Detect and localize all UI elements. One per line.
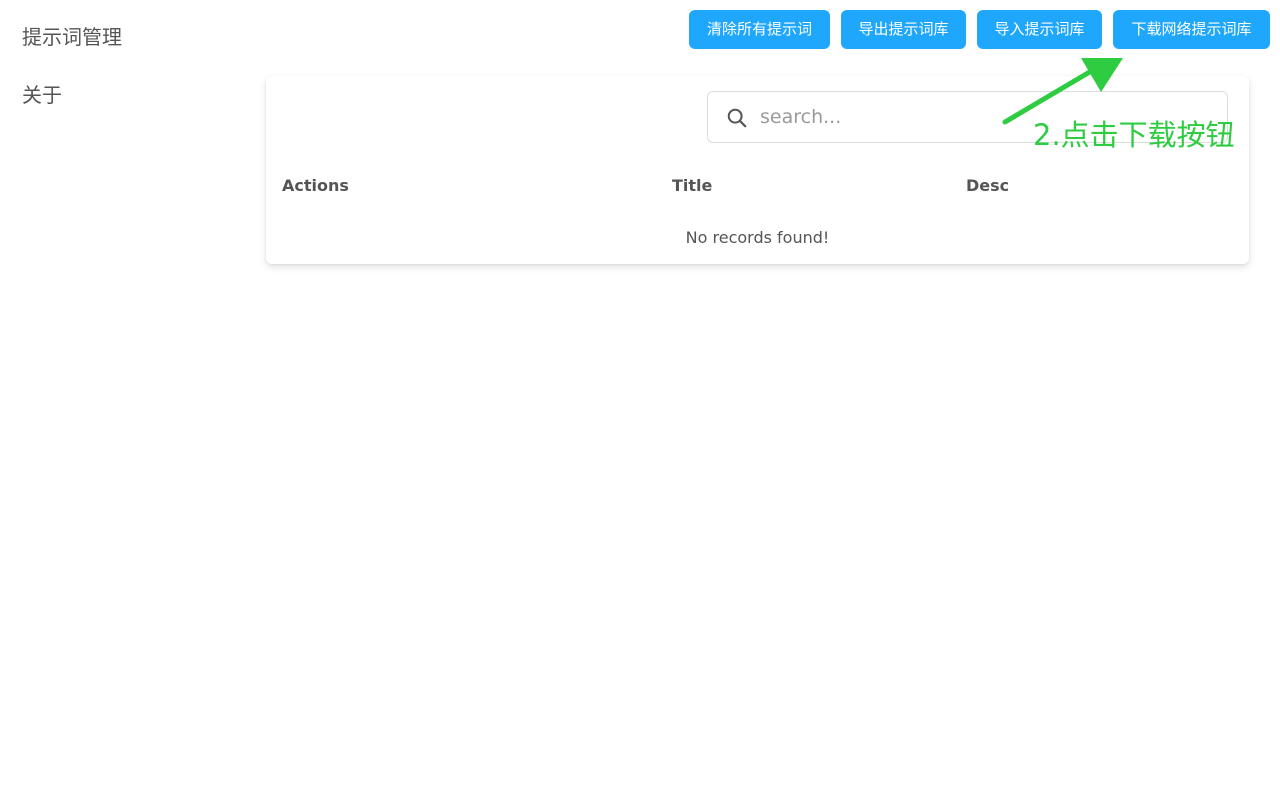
sidebar-item-about[interactable]: 关于 bbox=[22, 79, 62, 108]
sidebar-item-prompt-manager[interactable]: 提示词管理 bbox=[22, 21, 122, 50]
toolbar: 清除所有提示词 导出提示词库 导入提示词库 下载网络提示词库 bbox=[689, 10, 1270, 49]
column-header-title[interactable]: Title bbox=[672, 176, 712, 195]
import-library-button[interactable]: 导入提示词库 bbox=[977, 10, 1102, 49]
empty-table-message: No records found! bbox=[685, 228, 830, 247]
search-icon bbox=[727, 108, 747, 128]
download-online-library-button[interactable]: 下载网络提示词库 bbox=[1113, 10, 1270, 49]
clear-all-prompts-button[interactable]: 清除所有提示词 bbox=[689, 10, 830, 49]
annotation-text: 2.点击下载按钮 bbox=[1033, 118, 1235, 152]
table-header: Actions Title Desc bbox=[266, 176, 1249, 196]
column-header-actions[interactable]: Actions bbox=[282, 176, 349, 195]
column-header-desc[interactable]: Desc bbox=[966, 176, 1009, 195]
export-library-button[interactable]: 导出提示词库 bbox=[841, 10, 966, 49]
page: 提示词管理 关于 清除所有提示词 导出提示词库 导入提示词库 下载网络提示词库 … bbox=[0, 0, 1280, 800]
